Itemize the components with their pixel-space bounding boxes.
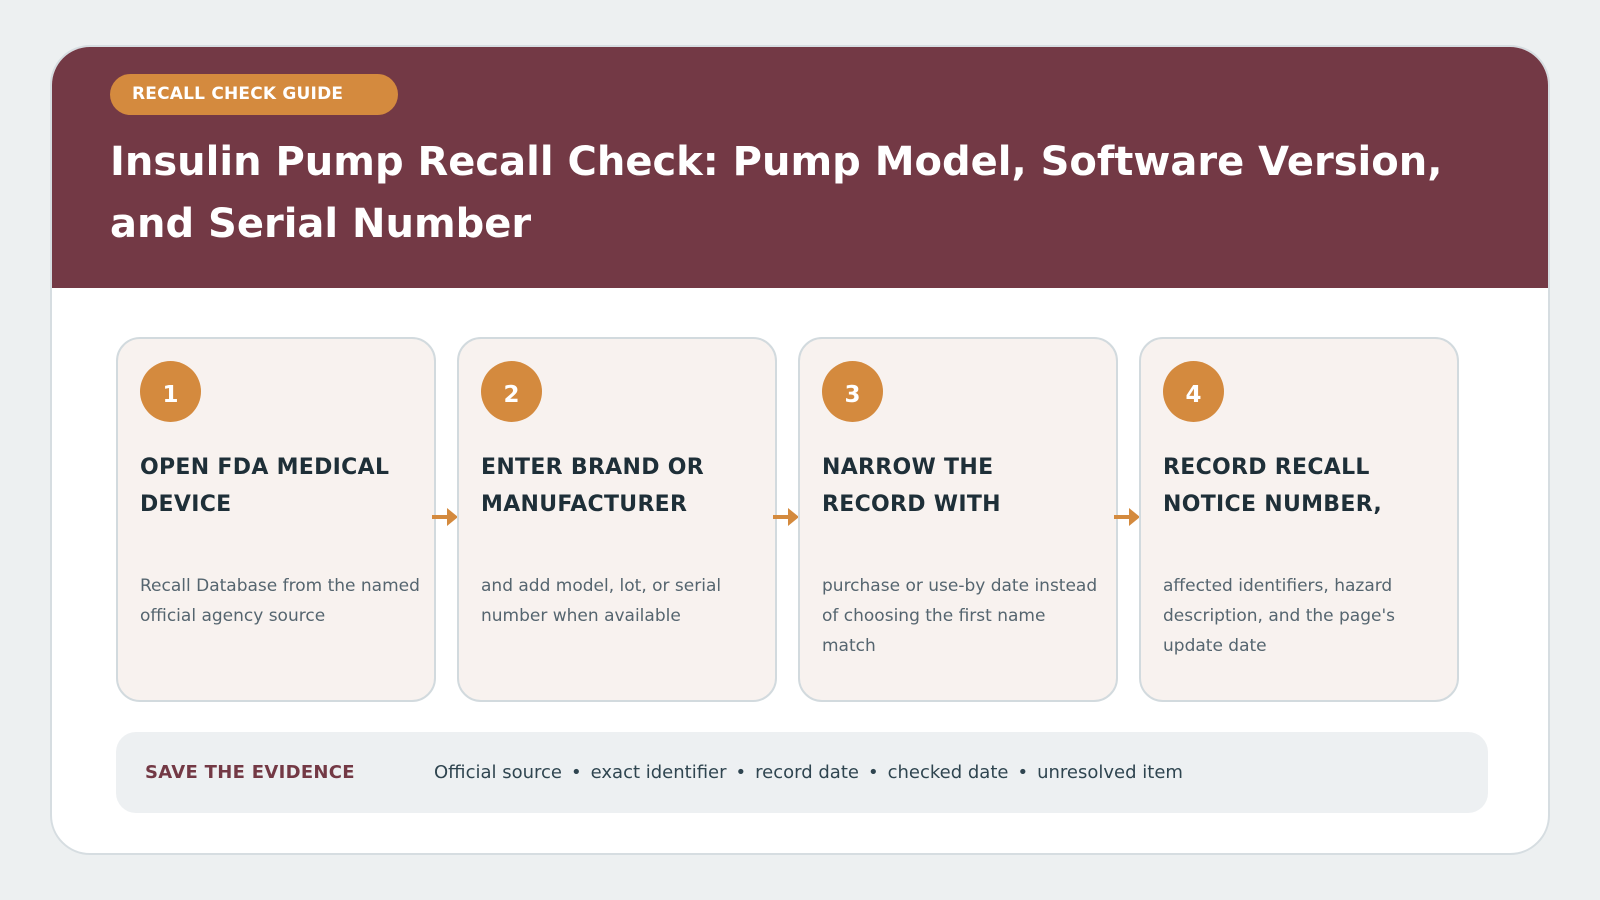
step-card-2: 2 ENTER BRAND OR MANUFACTURER and add mo… [457,337,777,702]
recall-guide-card: RECALL CHECK GUIDE Insulin Pump Recall C… [50,45,1550,855]
evidence-bar: SAVE THE EVIDENCE Official source • exact … [116,732,1488,813]
arrow-right-icon [1114,508,1140,526]
step-description: and add model, lot, or serial number whe… [481,576,722,626]
step-description: Recall Database from the named official … [140,576,420,626]
evidence-items: Official source • exact identifier • record … [434,732,1183,813]
step-description: affected identifiers, hazard description… [1163,576,1396,656]
evidence-item: Official source [434,762,562,783]
evidence-item: exact identifier [590,762,727,783]
step-description: purchase or use-by date instead of choos… [822,576,1098,656]
evidence-item: checked date [887,762,1009,783]
step-number-badge: 4 [1163,361,1224,422]
arrow-right-icon [773,508,799,526]
step-heading: OPEN FDA MEDICAL DEVICE [140,455,390,517]
bullet-separator: • [735,762,747,783]
steps-flow: 1 OPEN FDA MEDICAL DEVICE Recall Databas… [116,337,1488,702]
page-title: Insulin Pump Recall Check: Pump Model, S… [110,139,1443,247]
evidence-label: SAVE THE EVIDENCE [145,762,355,783]
bullet-separator: • [1017,762,1029,783]
step-heading: RECORD RECALL NOTICE NUMBER, [1163,455,1383,517]
step-number-badge: 1 [140,361,201,422]
bullet-separator: • [571,762,582,783]
evidence-item: unresolved item [1037,762,1183,783]
step-card-1: 1 OPEN FDA MEDICAL DEVICE Recall Databas… [116,337,436,702]
arrow-right-icon [432,508,458,526]
guide-header: RECALL CHECK GUIDE Insulin Pump Recall C… [52,47,1548,288]
step-card-3: 3 NARROW THE RECORD WITH purchase or use… [798,337,1118,702]
step-heading: NARROW THE RECORD WITH [822,455,1001,517]
evidence-item: record date [755,762,859,783]
guide-badge: RECALL CHECK GUIDE [110,74,398,115]
bullet-separator: • [867,762,879,783]
step-heading: ENTER BRAND OR MANUFACTURER [481,455,704,517]
step-number-badge: 2 [481,361,542,422]
step-number-badge: 3 [822,361,883,422]
step-card-4: 4 RECORD RECALL NOTICE NUMBER, affected … [1139,337,1459,702]
